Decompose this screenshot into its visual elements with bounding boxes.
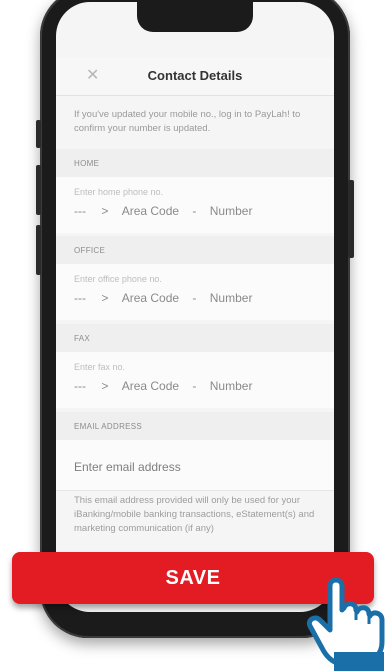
phone-power-button: [348, 180, 354, 258]
office-phone-row: --- > Area Code - Number: [74, 291, 252, 305]
chevron-right-icon: >: [101, 204, 109, 218]
home-phone-field[interactable]: Enter home phone no. --- > Area Code - N…: [56, 177, 334, 233]
area-code-input[interactable]: Area Code: [122, 204, 179, 218]
phone-side-button: [36, 120, 41, 148]
country-code-dropdown[interactable]: ---: [74, 379, 86, 393]
number-input[interactable]: Number: [210, 379, 253, 393]
office-phone-field[interactable]: Enter office phone no. --- > Area Code -…: [56, 264, 334, 320]
section-label-home: HOME: [56, 149, 334, 177]
phone-screen: ✕ Contact Details If you've updated your…: [56, 2, 334, 612]
country-code-dropdown[interactable]: ---: [74, 291, 86, 305]
dash-separator: -: [192, 291, 197, 305]
area-code-input[interactable]: Area Code: [122, 291, 179, 305]
app-header: ✕ Contact Details: [56, 57, 334, 96]
phone-side-button: [36, 165, 41, 215]
fax-field[interactable]: Enter fax no. --- > Area Code - Number: [56, 352, 334, 408]
dash-separator: -: [192, 204, 197, 218]
number-input[interactable]: Number: [210, 204, 253, 218]
phone-notch: [137, 2, 253, 32]
info-text: If you've updated your mobile no., log i…: [74, 109, 301, 134]
chevron-right-icon: >: [101, 291, 109, 305]
section-label-fax: FAX: [56, 324, 334, 352]
dash-separator: -: [192, 379, 197, 393]
email-input[interactable]: Enter email address: [74, 460, 181, 474]
fax-row: --- > Area Code - Number: [74, 379, 252, 393]
country-code-dropdown[interactable]: ---: [74, 204, 86, 218]
area-code-input[interactable]: Area Code: [122, 379, 179, 393]
office-phone-placeholder: Enter office phone no.: [74, 274, 162, 284]
number-input[interactable]: Number: [210, 291, 253, 305]
page-title: Contact Details: [147, 68, 243, 83]
home-phone-placeholder: Enter home phone no.: [74, 187, 164, 197]
phone-side-button: [36, 225, 41, 275]
email-note: This email address provided will only be…: [74, 495, 315, 534]
fax-placeholder: Enter fax no.: [74, 362, 126, 372]
section-label-email: EMAIL ADDRESS: [56, 412, 334, 440]
chevron-right-icon: >: [101, 379, 109, 393]
email-field[interactable]: Enter email address: [56, 440, 334, 491]
home-phone-row: --- > Area Code - Number: [74, 204, 252, 218]
hand-pointer-icon: [306, 577, 385, 671]
section-label-office: OFFICE: [56, 236, 334, 264]
